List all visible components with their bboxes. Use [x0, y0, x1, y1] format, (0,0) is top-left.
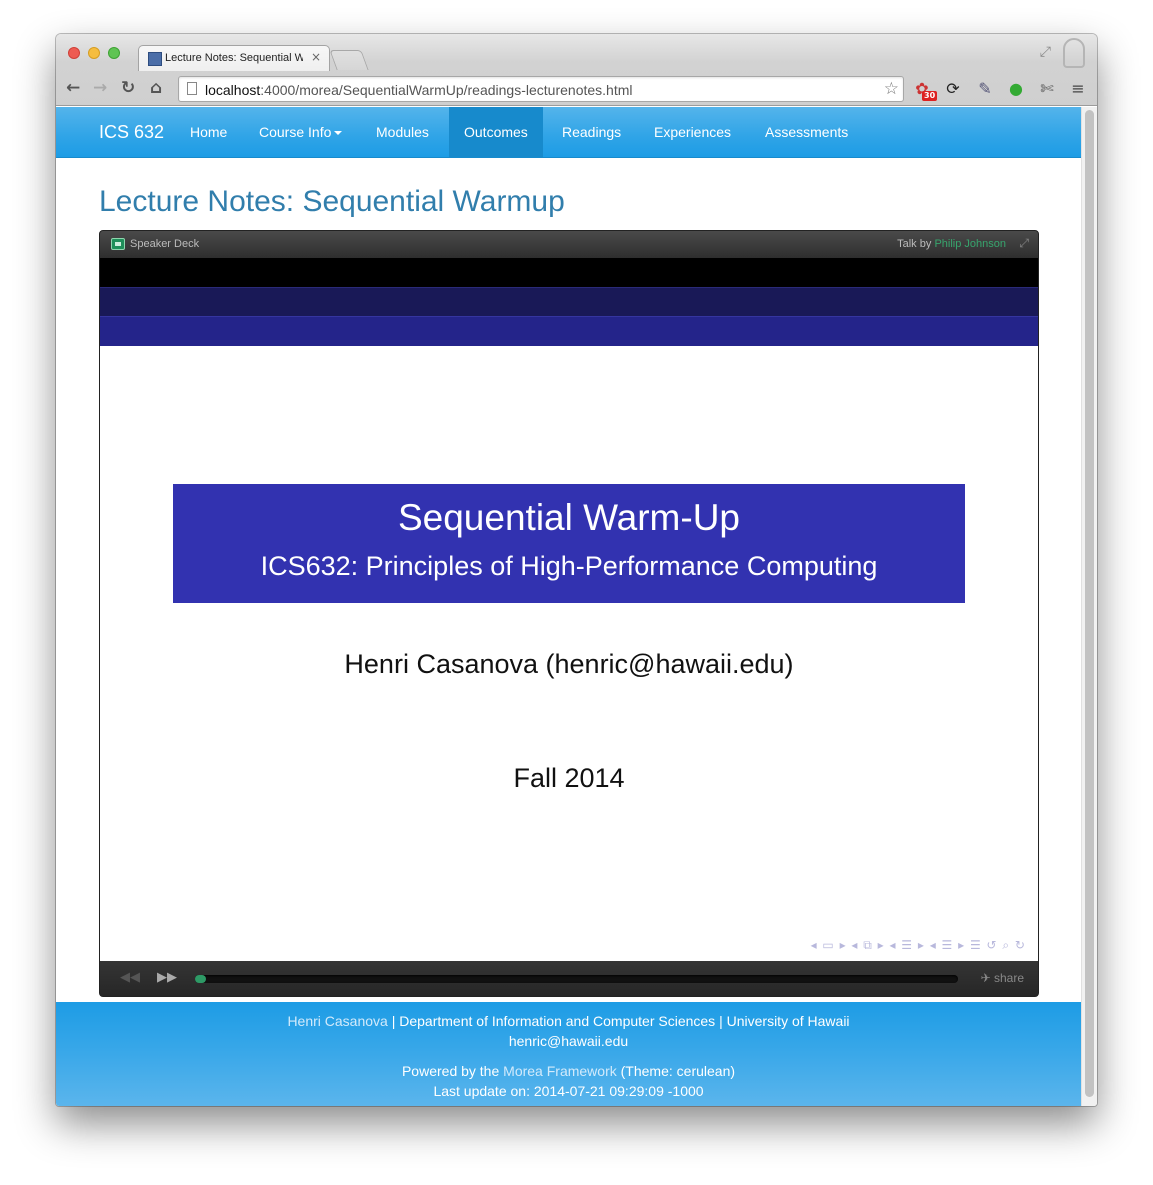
zoom-window-button[interactable] [108, 47, 120, 59]
minimize-window-button[interactable] [88, 47, 100, 59]
bookmark-star-icon[interactable]: ☆ [884, 79, 899, 99]
tab-close-icon[interactable]: × [311, 50, 321, 64]
page-title: Lecture Notes: Sequential Warmup [99, 185, 565, 218]
browser-tab-active[interactable]: Lecture Notes: Sequential W × [138, 45, 330, 71]
nav-item-home[interactable]: Home [175, 107, 242, 158]
reload-icon[interactable]: ↻ [121, 78, 135, 98]
extension-sync-icon[interactable]: ⟳ [943, 79, 963, 99]
nav-item-readings[interactable]: Readings [547, 107, 636, 158]
nav-item-outcomes[interactable]: Outcomes [449, 107, 543, 158]
twitter-bird-icon: ✈ [980, 971, 991, 985]
browser-window: Lecture Notes: Sequential W × ⤢ ← → ↻ ⌂ … [56, 34, 1097, 1106]
footer-email: henric@hawaii.edu [508, 1033, 629, 1049]
site-footer: Henri Casanova | Department of Informati… [56, 1002, 1081, 1106]
slide-progress-bar[interactable] [195, 975, 958, 983]
home-icon[interactable]: ⌂ [150, 78, 162, 98]
browser-chrome: Lecture Notes: Sequential W × ⤢ ← → ↻ ⌂ … [56, 34, 1097, 106]
previous-slide-icon[interactable]: ◀◀ [120, 970, 140, 985]
nav-item-course-info[interactable]: Course Info [244, 107, 357, 158]
footer-last-update: Last update on: 2014-07-21 09:29:09 -100… [433, 1083, 704, 1099]
speakerdeck-embed: Speaker Deck Talk by Philip Johnson ⤢ Se… [99, 230, 1039, 997]
vertical-scrollbar[interactable] [1081, 107, 1097, 1106]
new-tab-button[interactable] [329, 50, 369, 70]
nav-item-experiences[interactable]: Experiences [639, 107, 746, 158]
morea-framework-link[interactable]: Morea Framework [503, 1063, 617, 1079]
wrench-icon[interactable]: ✄ [1037, 79, 1057, 99]
page-icon [187, 82, 197, 95]
extension-calendar-icon[interactable]: ✿ 30 [912, 79, 938, 101]
extension-green-icon[interactable]: ● [1006, 79, 1026, 99]
talk-author-link[interactable]: Philip Johnson [934, 238, 1006, 250]
menu-icon[interactable]: ≡ [1068, 79, 1088, 99]
footer-powered-by: Powered by the Morea Framework (Theme: c… [401, 1063, 736, 1079]
favicon-icon [148, 52, 162, 66]
site-navbar: ICS 632 Home Course Info Modules Outcome… [56, 107, 1081, 158]
next-slide-icon[interactable]: ▶▶ [157, 970, 177, 985]
caret-down-icon [334, 131, 343, 136]
share-button[interactable]: ✈ share [981, 971, 1024, 985]
slide[interactable]: Sequential Warm-Up ICS632: Principles of… [100, 258, 1038, 961]
back-arrow-icon[interactable]: ← [66, 78, 80, 98]
address-bar[interactable]: localhost:4000/morea/SequentialWarmUp/re… [178, 76, 904, 102]
beamer-navigation-icons: ◂ ▭ ▸ ◂ ⧉ ▸ ◂ ☰ ▸ ◂ ☰ ▸ ☰ ↺ ⌕ ↻ [810, 938, 1026, 952]
nav-item-assessments[interactable]: Assessments [750, 107, 863, 158]
footer-credits: Henri Casanova | Department of Informati… [287, 1013, 850, 1029]
eyedropper-icon[interactable]: ✎ [975, 79, 995, 99]
speakerdeck-header: Speaker Deck Talk by Philip Johnson ⤢ [100, 231, 1038, 258]
slide-subtitle: ICS632: Principles of High-Performance C… [260, 551, 878, 581]
slide-title: Sequential Warm-Up [397, 497, 741, 538]
page-viewport: ICS 632 Home Course Info Modules Outcome… [56, 107, 1081, 1106]
profile-icon[interactable] [1063, 38, 1085, 68]
slide-title-box: Sequential Warm-Up ICS632: Principles of… [173, 484, 965, 603]
forward-arrow-icon[interactable]: → [93, 78, 107, 98]
close-window-button[interactable] [68, 47, 80, 59]
navbar-brand[interactable]: ICS 632 [99, 122, 164, 143]
extension-badge: 30 [922, 91, 938, 101]
expand-icon[interactable]: ⤢ [1019, 236, 1029, 251]
footer-university: University of Hawaii [726, 1013, 850, 1029]
slide-author: Henri Casanova (henric@hawaii.edu) [344, 649, 794, 679]
browser-toolbar: ← → ↻ ⌂ localhost:4000/morea/SequentialW… [56, 72, 1097, 106]
slide-band-dark-blue [100, 287, 1038, 316]
slide-date: Fall 2014 [513, 763, 625, 793]
progress-fill [195, 975, 207, 983]
scrollbar-thumb[interactable] [1085, 110, 1094, 1097]
slide-band-blue [100, 316, 1038, 346]
talk-by: Talk by Philip Johnson [897, 238, 1006, 250]
speakerdeck-logo-icon[interactable] [111, 238, 125, 250]
speakerdeck-controls: ◀◀ ▶▶ ✈ share [100, 961, 1038, 996]
fullscreen-icon[interactable]: ⤢ [1040, 44, 1051, 60]
url-text: localhost:4000/morea/SequentialWarmUp/re… [205, 82, 633, 98]
footer-department: Department of Information and Computer S… [399, 1013, 716, 1029]
nav-item-modules[interactable]: Modules [361, 107, 444, 158]
tab-title: Lecture Notes: Sequential W [165, 52, 303, 64]
footer-author-link[interactable]: Henri Casanova [287, 1013, 387, 1029]
speakerdeck-name[interactable]: Speaker Deck [130, 238, 199, 250]
slide-band-black [100, 258, 1038, 287]
